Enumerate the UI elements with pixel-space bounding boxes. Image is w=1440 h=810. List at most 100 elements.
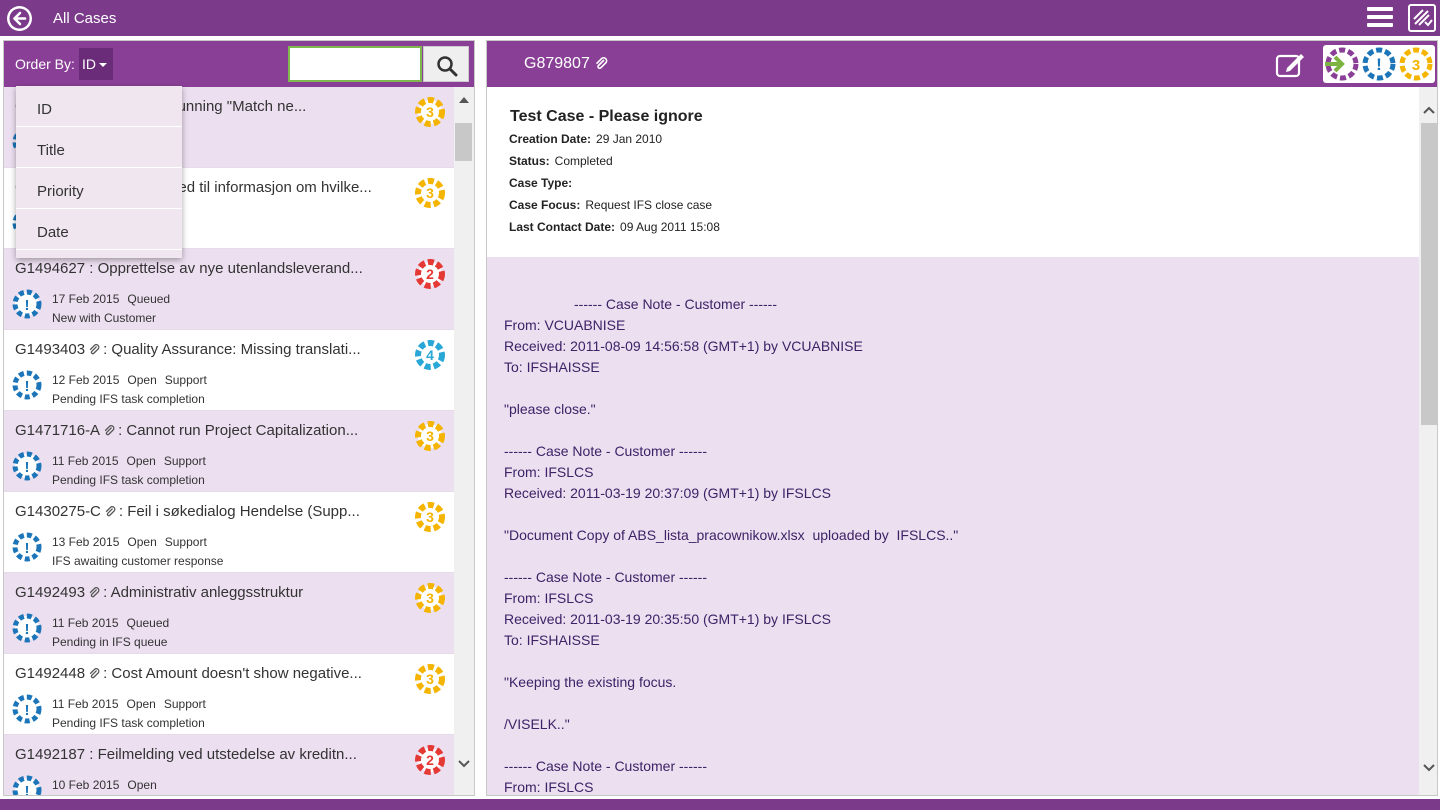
status-alert-icon: ! bbox=[12, 775, 42, 795]
case-status: Open bbox=[126, 697, 156, 711]
case-number: G879807 bbox=[524, 55, 608, 73]
last-contact-row: Last Contact Date: 09 Aug 2011 15:08 bbox=[509, 220, 720, 234]
scroll-up-icon[interactable] bbox=[1421, 105, 1437, 115]
edit-case-button[interactable] bbox=[1275, 50, 1307, 80]
status-icons-group[interactable]: ! 3 bbox=[1323, 45, 1435, 83]
note-line: To: IFSHAISSE bbox=[504, 632, 600, 648]
priority-badge-icon: 3 bbox=[415, 421, 445, 451]
paperclip-icon bbox=[596, 56, 608, 69]
cases-app-icon[interactable] bbox=[1408, 4, 1436, 32]
case-type: Support bbox=[164, 535, 207, 549]
paperclip-icon bbox=[104, 425, 115, 436]
case-type: Support bbox=[163, 697, 206, 711]
reopen-icon bbox=[1325, 47, 1359, 81]
case-substatus: Pending IFS task completion bbox=[52, 716, 205, 730]
scroll-down-icon[interactable] bbox=[457, 759, 471, 769]
hamburger-menu-icon[interactable] bbox=[1367, 7, 1393, 29]
edit-icon bbox=[1275, 54, 1304, 78]
priority-badge-icon: 2 bbox=[415, 259, 445, 289]
case-meta: 13 Feb 2015 Open Support bbox=[52, 535, 215, 549]
case-id-text: G1492187 : Feilmelding ved utstedelse av… bbox=[15, 746, 357, 763]
paperclip-icon bbox=[105, 506, 116, 517]
order-option-title[interactable]: Title bbox=[16, 127, 182, 168]
svg-text:!: ! bbox=[25, 378, 30, 395]
note-line: From: VCUABNISE bbox=[504, 317, 626, 333]
case-detail-scrollbar[interactable] bbox=[1419, 87, 1437, 795]
priority-badge-icon: 3 bbox=[415, 664, 445, 694]
case-date: 11 Feb 2015 bbox=[52, 454, 119, 468]
case-notes: ------ Case Note - Customer ------ From: … bbox=[487, 257, 1419, 795]
svg-text:!: ! bbox=[25, 621, 30, 638]
paperclip-icon bbox=[89, 344, 100, 355]
case-status: Open bbox=[126, 454, 156, 468]
case-subject-text: : Administrativ anleggsstruktur bbox=[103, 584, 304, 601]
case-substatus: IFS awaiting customer response bbox=[52, 554, 224, 568]
case-date: 11 Feb 2015 bbox=[52, 616, 119, 630]
case-meta: 12 Feb 2015 Open Support bbox=[52, 373, 215, 387]
field-label: Last Contact Date: bbox=[509, 220, 616, 234]
bottom-bar bbox=[0, 799, 1440, 810]
svg-text:3: 3 bbox=[426, 104, 434, 120]
case-list-item[interactable]: G1492448 : Cost Amount doesn't show negat… bbox=[4, 654, 454, 735]
case-list-item[interactable]: G1492493: Administrativ anleggsstruktur!… bbox=[4, 573, 454, 654]
search-input[interactable] bbox=[288, 46, 422, 82]
case-meta: 10 Feb 2015 Open bbox=[52, 778, 173, 792]
case-focus-row: Case Focus: Request IFS close case bbox=[509, 198, 712, 212]
status-alert-icon: ! bbox=[12, 694, 42, 724]
case-list-item[interactable]: G1493403: Quality Assurance: Missing tra… bbox=[4, 330, 454, 411]
case-status: Queued bbox=[127, 292, 171, 306]
case-list-item[interactable]: G1492187 : Feilmelding ved utstedelse av… bbox=[4, 735, 454, 795]
svg-text:2: 2 bbox=[426, 752, 434, 768]
order-by-menu: ID Title Priority Date bbox=[16, 86, 182, 258]
case-status-icons: ! 3 bbox=[1323, 45, 1435, 83]
case-subject-text: : Cost Amount doesn't show negative... bbox=[103, 665, 362, 682]
order-option-priority[interactable]: Priority bbox=[16, 168, 182, 209]
priority-badge-icon: 3 bbox=[415, 583, 445, 613]
field-label: Status: bbox=[509, 154, 550, 168]
note-line: "Keeping the existing focus. bbox=[504, 674, 677, 690]
order-by-dropdown[interactable]: ID bbox=[79, 48, 113, 80]
case-list-scrollbar[interactable] bbox=[454, 87, 474, 795]
field-label: Case Type: bbox=[509, 176, 573, 190]
case-subject-text: : Feil i søkedialog Hendelse (Supp... bbox=[118, 503, 360, 520]
caret-down-icon bbox=[99, 63, 107, 68]
order-option-id[interactable]: ID bbox=[16, 86, 182, 127]
field-label: Case Focus: bbox=[509, 198, 581, 212]
creation-date-row: Creation Date: 29 Jan 2010 bbox=[509, 132, 662, 146]
note-line: "Document Copy of ABS_lista_pracownikow.… bbox=[504, 527, 959, 543]
case-list-item[interactable]: G1494627 : Opprettelse av nye utenlandsl… bbox=[4, 249, 454, 330]
order-by-label: Order By: bbox=[15, 56, 75, 72]
status-row: Status: Completed bbox=[509, 154, 613, 168]
order-option-date[interactable]: Date bbox=[16, 209, 182, 250]
page-title: All Cases bbox=[53, 10, 117, 27]
case-id-text: G1492448 bbox=[15, 665, 86, 682]
status-alert-icon: ! bbox=[12, 532, 42, 562]
scroll-down-icon[interactable] bbox=[1421, 763, 1437, 773]
svg-text:!: ! bbox=[25, 297, 30, 314]
case-substatus: Pending IFS task completion bbox=[52, 473, 205, 487]
case-list-item[interactable]: G1471716-A: Cannot run Project Capitaliz… bbox=[4, 411, 454, 492]
svg-text:2: 2 bbox=[426, 266, 434, 282]
scroll-up-icon[interactable] bbox=[459, 97, 469, 103]
svg-text:4: 4 bbox=[426, 347, 434, 363]
case-list-item[interactable]: G1430275-C: Feil i søkedialog Hendelse (… bbox=[4, 492, 454, 573]
scrollbar-thumb[interactable] bbox=[1421, 123, 1437, 425]
note-line: Received: 2011-03-19 20:35:50 (GMT+1) by… bbox=[504, 611, 831, 627]
paperclip-icon bbox=[89, 668, 100, 679]
case-date: 12 Feb 2015 bbox=[52, 373, 120, 387]
note-line: ------ Case Note - Customer ------ bbox=[504, 569, 707, 585]
case-meta: 11 Feb 2015 Open Support bbox=[52, 454, 214, 468]
case-title: G1494627 : Opprettelse av nye utenlandsl… bbox=[15, 260, 363, 277]
scrollbar-thumb[interactable] bbox=[455, 123, 472, 161]
field-value: Request IFS close case bbox=[585, 198, 713, 212]
case-date: 17 Feb 2015 bbox=[52, 292, 120, 306]
svg-text:!: ! bbox=[25, 702, 30, 719]
priority-badge-icon: 2 bbox=[415, 745, 445, 775]
note-line: ------ Case Note - Customer ------ bbox=[504, 296, 778, 312]
paperclip-icon bbox=[89, 587, 100, 598]
case-substatus: Pending in IFS queue bbox=[52, 635, 168, 649]
case-status: Open bbox=[127, 778, 157, 792]
back-button[interactable] bbox=[7, 6, 32, 31]
case-status: Open bbox=[127, 535, 157, 549]
search-button[interactable] bbox=[423, 46, 469, 82]
